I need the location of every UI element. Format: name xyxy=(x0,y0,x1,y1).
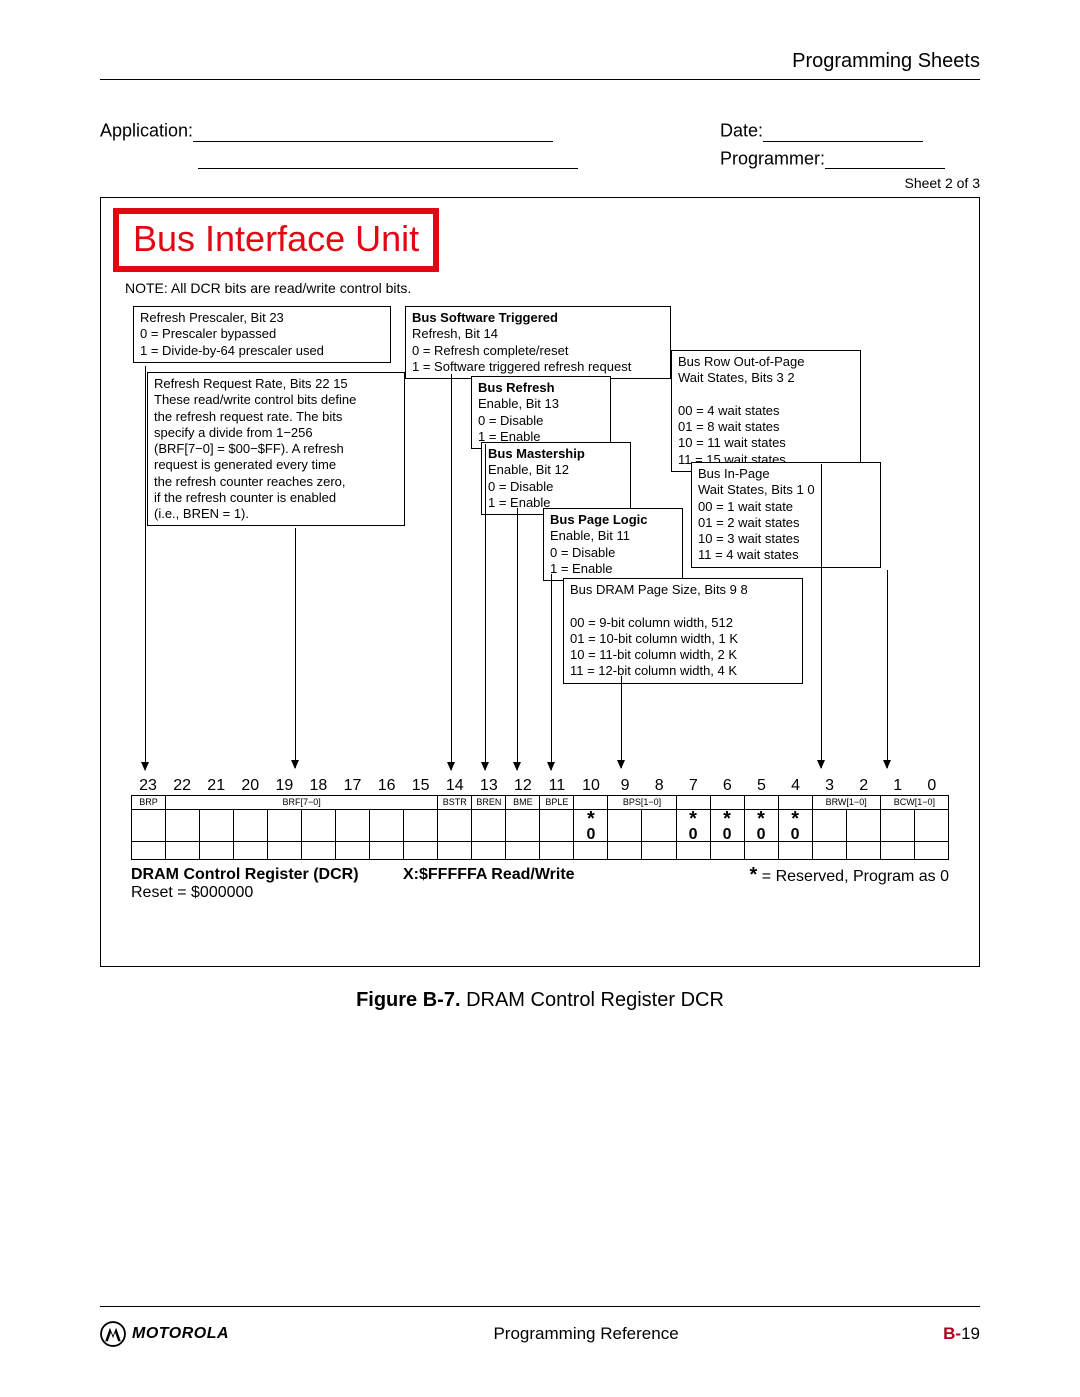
motorola-logo: MOTOROLA xyxy=(100,1321,229,1347)
motorola-icon xyxy=(100,1321,126,1347)
arrow-bps xyxy=(621,676,622,768)
arrow-brf xyxy=(295,528,296,768)
application-line: Application: xyxy=(100,120,720,142)
reg-name: DRAM Control Register (DCR) xyxy=(131,866,359,883)
box-bple: Bus Page Logic Enable, Bit 11 0 = Disabl… xyxy=(543,508,683,581)
box-bme: Bus Mastership Enable, Bit 12 0 = Disabl… xyxy=(481,442,631,515)
header-section: Programming Sheets xyxy=(100,50,980,73)
page-number: B-19 xyxy=(943,1324,980,1344)
arrow-bcw xyxy=(887,570,888,768)
footer: MOTOROLA Programming Reference B-19 xyxy=(100,1306,980,1347)
arrow-brw xyxy=(821,464,822,768)
diagram-title: Bus Interface Unit xyxy=(113,208,439,272)
date-line: Date: xyxy=(720,120,980,142)
header-rule xyxy=(100,79,980,80)
arrow-bme xyxy=(517,508,518,770)
box-brp: Refresh Prescaler, Bit 23 0 = Prescaler … xyxy=(133,306,391,363)
box-bcw: Bus In-Page Wait States, Bits 1 0 00 = 1… xyxy=(691,462,881,568)
box-bstr: Bus Software Triggered Refresh, Bit 14 0… xyxy=(405,306,671,379)
reserved-note: * = Reserved, Program as 0 xyxy=(750,866,949,902)
programmer-line: Programmer: xyxy=(720,148,980,170)
sheet-count: Sheet 2 of 3 xyxy=(100,175,980,191)
arrow-bstr xyxy=(451,374,452,770)
figure-caption: Figure B-7. DRAM Control Register DCR xyxy=(100,989,980,1012)
reg-reset: Reset = $000000 xyxy=(131,884,253,901)
footer-center: Programming Reference xyxy=(493,1324,678,1344)
bit-table-area: 23222120191817161514131211109876543210 B… xyxy=(131,777,949,903)
arrow-bren xyxy=(485,444,486,770)
bit-table: BRPBRF[7−0]BSTRBRENBMEBPLEBPS[1−0]BRW[1−… xyxy=(131,795,949,861)
box-bps: Bus DRAM Page Size, Bits 9 8 00 = 9-bit … xyxy=(563,578,803,684)
diagram-frame: Bus Interface Unit NOTE: All DCR bits ar… xyxy=(100,197,980,967)
diagram-note: NOTE: All DCR bits are read/write contro… xyxy=(125,280,965,296)
application-line2 xyxy=(100,148,720,170)
reg-addr: X:$FFFFFA Read/Write xyxy=(403,866,575,883)
box-brf: Refresh Request Rate, Bits 22 15 These r… xyxy=(147,372,405,526)
box-bren: Bus Refresh Enable, Bit 13 0 = Disable 1… xyxy=(471,376,611,449)
box-brw: Bus Row Out-of-Page Wait States, Bits 3 … xyxy=(671,350,861,472)
arrow-bple xyxy=(551,574,552,770)
arrow-brp xyxy=(145,366,146,770)
